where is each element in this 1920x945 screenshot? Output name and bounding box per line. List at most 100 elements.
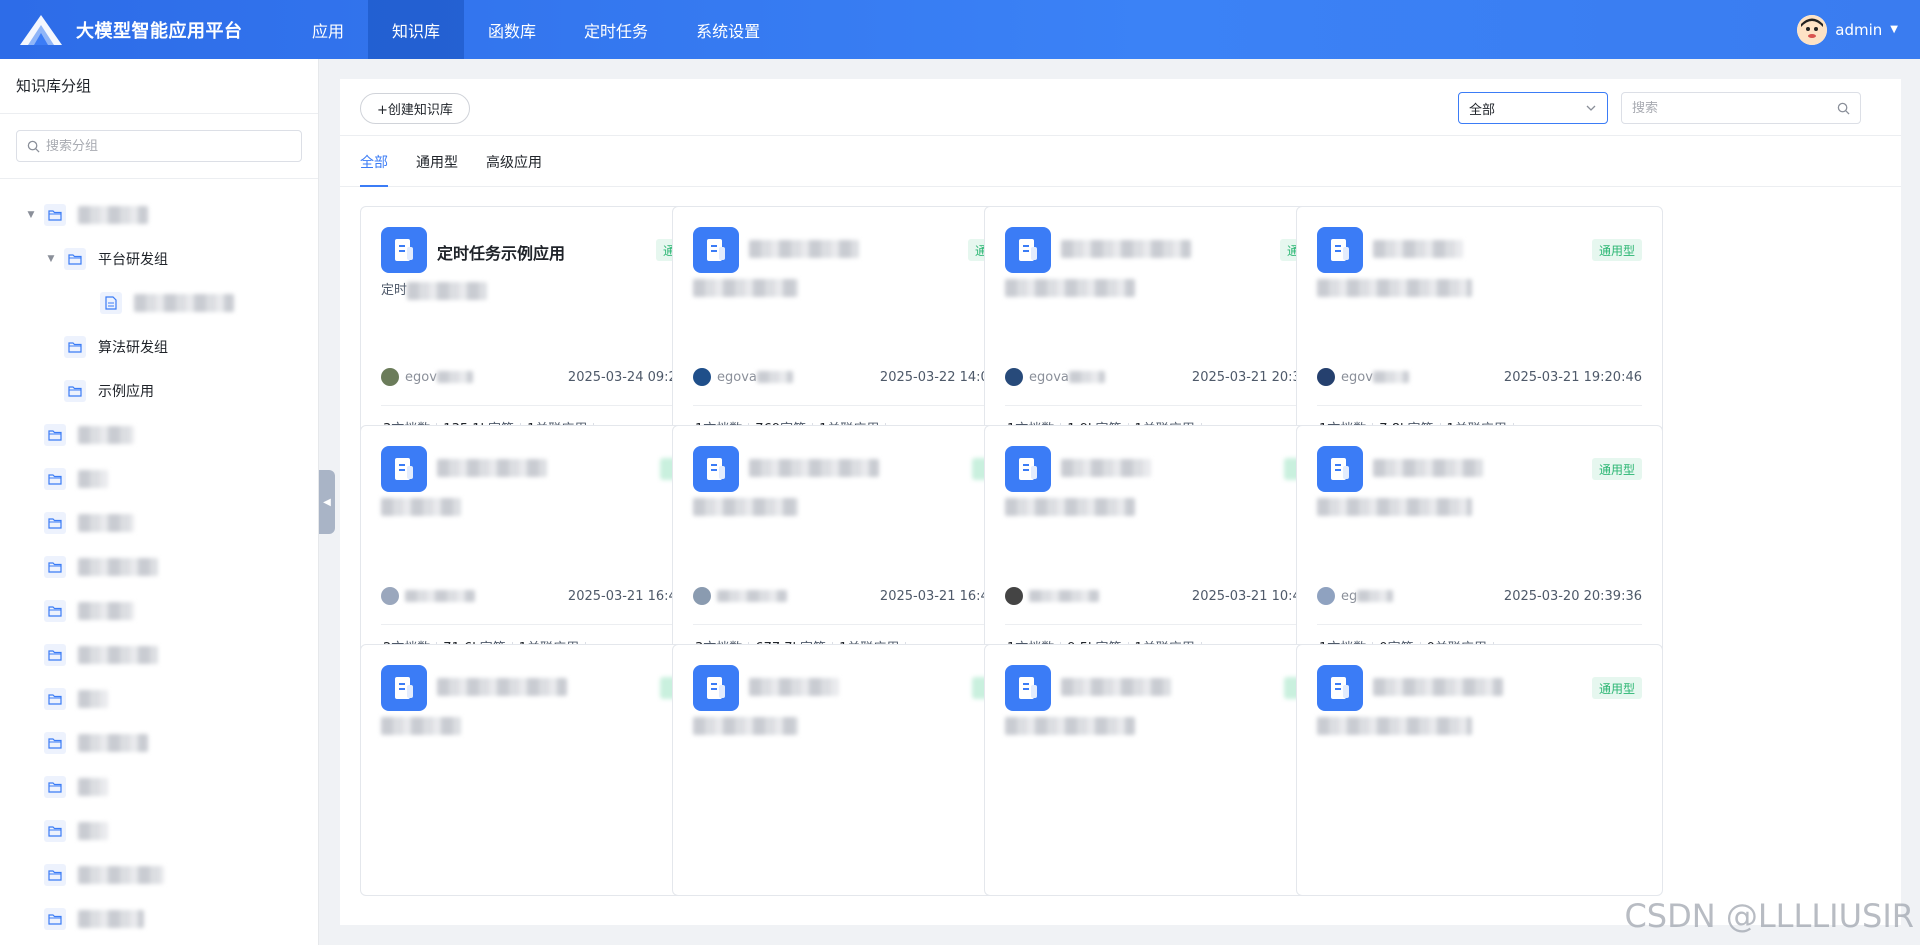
card-meta: egov 2025-03-21 19:20:46: [1317, 367, 1642, 387]
tree-item[interactable]: [0, 501, 318, 545]
group-search[interactable]: [16, 130, 302, 162]
card-divider: [381, 624, 706, 625]
redacted-title: [1373, 678, 1503, 700]
sidebar-collapse-button[interactable]: ◀: [319, 470, 335, 534]
redacted-title: [1061, 240, 1191, 262]
folder-icon: [44, 468, 66, 490]
knowledge-search-input[interactable]: [1632, 100, 1822, 116]
tab-0[interactable]: 全部: [360, 136, 388, 187]
group-sidebar: 知识库分组 ▼ ▼ 平台研发组算法研发组示例应用: [0, 59, 319, 945]
folder-icon: [44, 820, 66, 842]
tree-item[interactable]: [0, 809, 318, 853]
card-description: 定时: [381, 279, 488, 300]
nav-item-2[interactable]: 函数库: [464, 0, 560, 59]
card-divider: [381, 405, 706, 406]
tab-2[interactable]: 高级应用: [486, 136, 542, 187]
nav-item-0[interactable]: 应用: [288, 0, 368, 59]
tree-item[interactable]: 示例应用: [0, 369, 318, 413]
tree-item[interactable]: [0, 721, 318, 765]
tree-item[interactable]: 算法研发组: [0, 325, 318, 369]
main-panel: +创建知识库 全部 全部通用型高级应用 定时任务示例应用通用型定时egov202…: [340, 79, 1901, 925]
group-search-input[interactable]: [46, 138, 276, 154]
tree-item[interactable]: [0, 853, 318, 897]
top-header: 大模型智能应用平台 应用 知识库 函数库 定时任务 系统设置 admin ▼: [0, 0, 1920, 59]
card-title: 定时任务示例应用: [437, 244, 566, 263]
card-description: [1317, 717, 1472, 735]
card-author: egova: [1005, 368, 1105, 386]
expand-caret-icon[interactable]: ▼: [44, 254, 58, 264]
app-logo[interactable]: 大模型智能应用平台: [18, 13, 288, 47]
user-menu[interactable]: admin ▼: [1797, 0, 1898, 59]
folder-icon: [64, 380, 86, 402]
type-badge: 通用型: [1591, 458, 1642, 480]
card-divider: [693, 405, 1018, 406]
nav-item-4[interactable]: 系统设置: [672, 0, 784, 59]
tree-item[interactable]: ▼: [0, 193, 318, 237]
user-avatar: [1797, 14, 1828, 45]
author-name: egova: [1029, 369, 1069, 385]
knowledge-base-icon: [1317, 227, 1363, 273]
card-meta: 2025-03-21 16:43:57: [693, 586, 1018, 606]
card-date: 2025-03-20 20:39:36: [1503, 588, 1642, 604]
folder-icon: [64, 248, 86, 270]
watermark: CSDN @LLLLIUSIR: [1624, 897, 1914, 935]
knowledge-search[interactable]: [1621, 92, 1861, 124]
author-name: egov: [1341, 369, 1373, 385]
nav-item-3[interactable]: 定时任务: [560, 0, 672, 59]
redacted-title: [749, 459, 879, 481]
folder-icon: [44, 644, 66, 666]
tree-item[interactable]: [0, 457, 318, 501]
tree-item[interactable]: [0, 633, 318, 677]
knowledge-card[interactable]: 通用型eg2025-03-20 20:39:361文档数0字符0关联应用•••: [1296, 425, 1663, 677]
tree-item[interactable]: [0, 413, 318, 457]
tree-item[interactable]: [0, 897, 318, 941]
tree-item[interactable]: [0, 765, 318, 809]
author-name: eg: [1341, 588, 1358, 604]
folder-icon: [44, 600, 66, 622]
main-nav: 应用 知识库 函数库 定时任务 系统设置: [288, 0, 784, 59]
knowledge-card[interactable]: 通用型egov2025-03-21 19:20:461文档数7.8k字符1关联应…: [1296, 206, 1663, 458]
tree-item[interactable]: [0, 281, 318, 325]
knowledge-base-icon: [693, 446, 739, 492]
redacted-title: [749, 240, 859, 262]
tree-item[interactable]: [0, 677, 318, 721]
redacted-title: [437, 459, 547, 481]
tab-1[interactable]: 通用型: [416, 136, 458, 187]
type-tabs: 全部 通用型 高级应用: [340, 136, 1901, 187]
author-avatar: [1005, 587, 1023, 605]
redacted-title: [1061, 459, 1151, 481]
redacted-label: [78, 646, 158, 664]
card-description: [693, 498, 798, 516]
redacted-title: [1373, 459, 1483, 481]
group-tree: ▼ ▼ 平台研发组 算法研发组 示例应用: [0, 179, 318, 941]
create-knowledge-base-button[interactable]: +创建知识库: [360, 93, 470, 124]
author-avatar: [1317, 587, 1335, 605]
card-author: [381, 587, 475, 605]
folder-icon: [44, 556, 66, 578]
expand-caret-icon[interactable]: ▼: [24, 210, 38, 220]
redacted-title: [749, 678, 839, 700]
folder-icon: [44, 732, 66, 754]
tree-item[interactable]: ▼ 平台研发组: [0, 237, 318, 281]
toolbar: +创建知识库 全部: [340, 79, 1901, 136]
chevron-left-icon: ◀: [323, 496, 331, 508]
nav-item-1[interactable]: 知识库: [368, 0, 465, 59]
knowledge-base-icon: [381, 227, 427, 273]
search-icon[interactable]: [1837, 102, 1850, 115]
card-description: [1005, 279, 1135, 297]
type-filter-select[interactable]: 全部: [1458, 92, 1608, 124]
card-description: [1317, 498, 1472, 516]
card-meta: egov 2025-03-24 09:28:39: [381, 367, 706, 387]
card-meta: 2025-03-21 10:45:26: [1005, 586, 1330, 606]
type-badge: 通用型: [1591, 239, 1642, 261]
knowledge-base-icon: [1005, 665, 1051, 711]
tree-item[interactable]: [0, 545, 318, 589]
chevron-down-icon: ▼: [1890, 24, 1898, 35]
card-divider: [693, 624, 1018, 625]
redacted-label: [78, 734, 148, 752]
knowledge-card[interactable]: 通用型: [1296, 644, 1663, 896]
author-avatar: [693, 587, 711, 605]
tree-item[interactable]: [0, 589, 318, 633]
document-icon: [100, 292, 122, 314]
redacted-label: [78, 470, 108, 488]
